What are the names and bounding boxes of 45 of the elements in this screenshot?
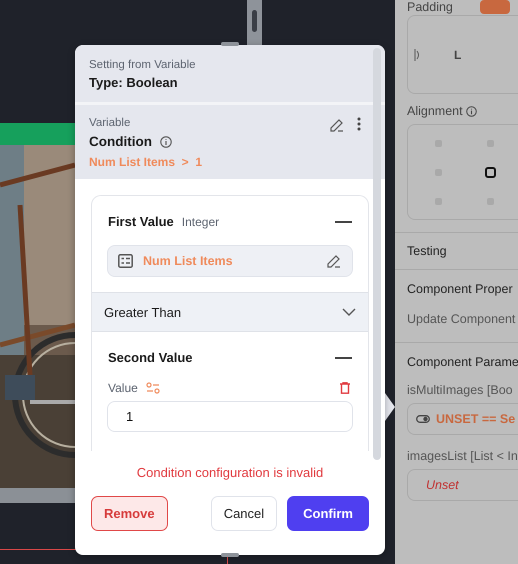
scrollbar[interactable] <box>373 48 381 460</box>
cancel-button[interactable]: Cancel <box>210 496 278 531</box>
drag-handle[interactable] <box>221 553 239 557</box>
alignment-label: Alignment <box>407 104 463 118</box>
section-title: First Value <box>108 214 174 229</box>
resize-handle[interactable] <box>247 0 262 45</box>
chevron-down-icon <box>342 308 356 316</box>
pointer-arrow-icon <box>385 393 395 421</box>
parameter-label: imagesList [List < In <box>407 449 518 463</box>
source-name: Num List Items <box>143 254 234 268</box>
padding-label: Padding <box>407 0 453 14</box>
edit-icon[interactable] <box>326 253 342 269</box>
edit-icon[interactable] <box>329 117 345 133</box>
action-label: Update Component <box>407 312 516 326</box>
parameter-label: isMultiImages [Boo <box>407 383 514 397</box>
section-title[interactable]: Component Parame <box>407 355 518 369</box>
error-message: Condition configuration is invalid <box>136 465 324 480</box>
field-label: Value <box>108 381 138 395</box>
variable-name: Condition <box>89 134 152 149</box>
value-type: Integer <box>182 215 220 229</box>
condition-expression: Num List Items > 1 <box>89 155 202 169</box>
variable-label: Variable <box>89 117 132 129</box>
info-icon <box>466 106 477 116</box>
padding-button[interactable] <box>480 0 510 14</box>
dialog-subtitle: Setting from Variable <box>89 59 197 71</box>
parameter-value: Unset <box>425 478 459 492</box>
list-icon <box>118 254 133 268</box>
alignment-option[interactable] <box>484 167 496 178</box>
toggle-icon <box>416 415 430 423</box>
section-title[interactable]: Component Proper <box>407 282 518 296</box>
trash-icon[interactable] <box>340 382 350 394</box>
info-icon <box>160 136 172 148</box>
section-title: Second Value <box>108 350 193 365</box>
operator-dropdown[interactable]: Greater Than <box>92 292 368 332</box>
dialog-title: Type: Boolean <box>89 75 179 90</box>
padding-side-label: L <box>454 48 462 62</box>
section-title[interactable]: Testing <box>407 244 518 258</box>
remove-button[interactable]: Remove <box>91 496 168 531</box>
parameter-value: UNSET == Se <box>436 412 516 426</box>
more-icon[interactable] <box>357 117 361 131</box>
sliders-icon[interactable] <box>146 382 160 394</box>
confirm-button[interactable]: Confirm <box>287 496 369 531</box>
value-input[interactable]: 1 <box>107 401 353 432</box>
padding-side-icon <box>414 48 420 60</box>
drag-handle[interactable] <box>221 42 239 46</box>
